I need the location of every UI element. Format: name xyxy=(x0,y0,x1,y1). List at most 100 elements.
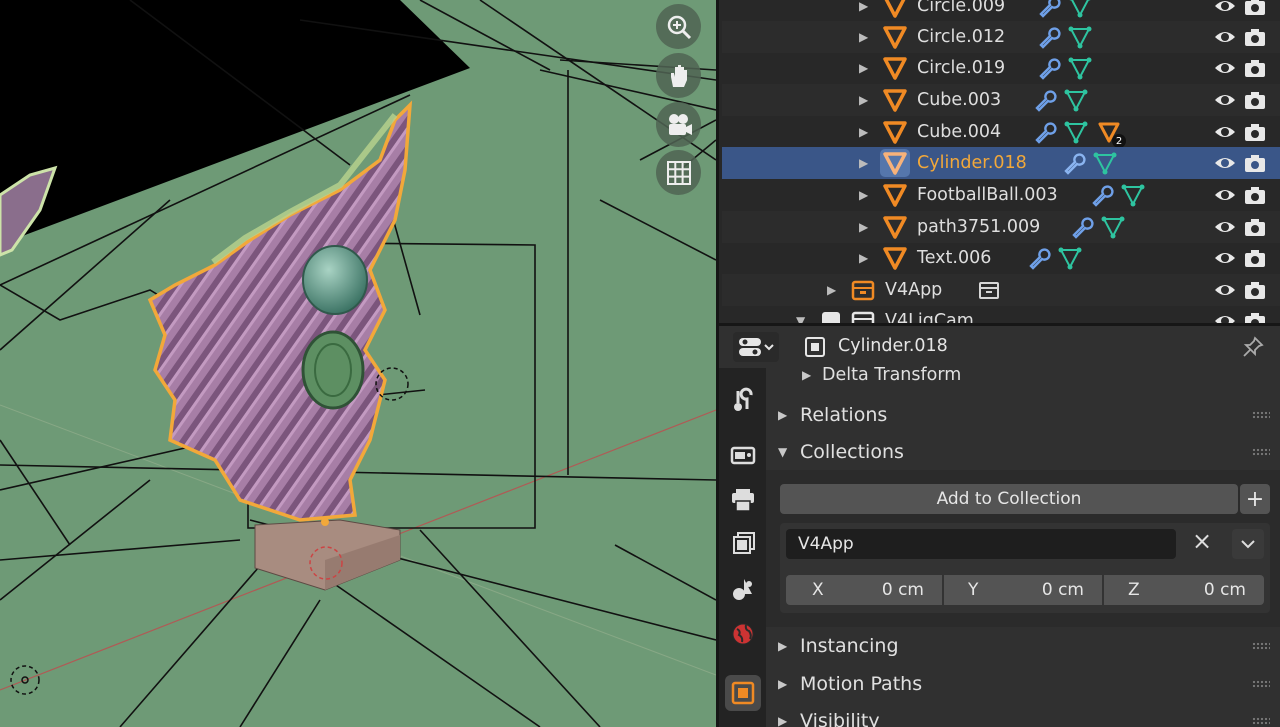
offset-x-field[interactable]: X 0 cm xyxy=(786,575,942,605)
eye-icon[interactable] xyxy=(1214,216,1236,238)
wrench-modifier-icon[interactable] xyxy=(1062,151,1086,175)
expand-arrow-icon[interactable]: ▶ xyxy=(859,0,868,13)
camera-render-icon[interactable] xyxy=(1244,152,1266,174)
panel-relations[interactable]: ▶ Relations xyxy=(766,397,1280,433)
camera-render-icon[interactable] xyxy=(1244,216,1266,238)
mesh-data-icon[interactable] xyxy=(1068,56,1092,80)
eye-icon[interactable] xyxy=(1214,152,1236,174)
mesh-data-icon[interactable] xyxy=(1068,25,1092,49)
hand-pan-icon[interactable] xyxy=(656,53,701,98)
expand-arrow-icon[interactable]: ▶ xyxy=(859,125,868,139)
eye-icon[interactable] xyxy=(1214,310,1236,323)
drag-handle-icon[interactable] xyxy=(1252,448,1270,456)
camera-view-icon[interactable] xyxy=(656,102,701,147)
eye-icon[interactable] xyxy=(1214,247,1236,269)
tab-tool[interactable] xyxy=(725,382,761,418)
expand-arrow-icon[interactable]: ▶ xyxy=(859,61,868,75)
expand-arrow-icon[interactable]: ▼ xyxy=(796,314,805,323)
expand-arrow-icon[interactable]: ▶ xyxy=(859,188,868,202)
outliner[interactable]: ▶ Circle.009 ▶ Circle.012 ▶ Circle.019 ▶… xyxy=(716,0,1280,323)
add-plus-button[interactable]: + xyxy=(1240,484,1270,514)
eye-icon[interactable] xyxy=(1214,279,1236,301)
tab-output[interactable] xyxy=(725,482,761,518)
zoom-icon[interactable] xyxy=(656,4,701,49)
offset-y-field[interactable]: Y 0 cm xyxy=(944,575,1102,605)
panel-collections[interactable]: ▼ Collections xyxy=(766,434,1280,470)
eye-icon[interactable] xyxy=(1214,184,1236,206)
wrench-modifier-icon[interactable] xyxy=(1037,0,1061,18)
drag-handle-icon[interactable] xyxy=(1252,717,1270,725)
mesh-data-icon[interactable] xyxy=(1064,88,1088,112)
outliner-row[interactable]: ▶ Circle.019 xyxy=(722,52,1280,84)
outliner-row-selected[interactable]: ▶ Cylinder.018 xyxy=(722,147,1280,179)
mesh-data-icon[interactable] xyxy=(1058,246,1082,270)
mesh-data-icon[interactable] xyxy=(1068,0,1092,18)
3d-viewport[interactable] xyxy=(0,0,716,727)
outliner-row[interactable]: ▶ Circle.009 xyxy=(722,0,1280,22)
expand-arrow-icon[interactable]: ▶ xyxy=(859,220,868,234)
collection-name-field[interactable]: V4App xyxy=(786,529,1176,559)
collection-icon[interactable] xyxy=(977,278,1001,302)
drag-handle-icon[interactable] xyxy=(1252,642,1270,650)
outliner-row[interactable]: ▶ FootballBall.003 xyxy=(722,179,1280,211)
camera-render-icon[interactable] xyxy=(1244,0,1266,17)
camera-render-icon[interactable] xyxy=(1244,279,1266,301)
eye-icon[interactable] xyxy=(1214,0,1236,17)
wrench-modifier-icon[interactable] xyxy=(1037,56,1061,80)
outliner-row[interactable]: ▶ Text.006 xyxy=(722,242,1280,274)
camera-render-icon[interactable] xyxy=(1244,184,1266,206)
panel-motion-paths[interactable]: ▶ Motion Paths xyxy=(766,666,1280,702)
eye-icon[interactable] xyxy=(1214,89,1236,111)
add-to-collection-button[interactable]: Add to Collection xyxy=(780,484,1238,514)
eye-icon[interactable] xyxy=(1214,57,1236,79)
camera-render-icon[interactable] xyxy=(1244,247,1266,269)
wrench-modifier-icon[interactable] xyxy=(1090,183,1114,207)
tab-world[interactable] xyxy=(725,616,761,652)
checkbox-icon[interactable] xyxy=(822,312,840,323)
outliner-row[interactable]: ▶ Circle.012 xyxy=(722,21,1280,53)
expand-arrow-icon[interactable]: ▶ xyxy=(859,156,868,170)
wrench-modifier-icon[interactable] xyxy=(1033,88,1057,112)
pin-icon[interactable] xyxy=(1241,335,1265,359)
drag-handle-icon[interactable] xyxy=(1252,680,1270,688)
camera-render-icon[interactable] xyxy=(1244,310,1266,323)
scene-render xyxy=(0,0,716,727)
outliner-row[interactable]: ▶ path3751.009 xyxy=(722,211,1280,243)
expand-arrow-icon[interactable]: ▶ xyxy=(859,251,868,265)
outliner-row-collection[interactable]: ▼ V4LigCam xyxy=(722,305,1280,323)
offset-z-field[interactable]: Z 0 cm xyxy=(1104,575,1264,605)
tab-view-layer[interactable] xyxy=(725,526,761,562)
eye-icon[interactable] xyxy=(1214,121,1236,143)
clear-icon[interactable]: × xyxy=(1192,527,1212,555)
grid-ortho-icon[interactable] xyxy=(656,150,701,195)
tab-object[interactable] xyxy=(725,675,761,711)
mesh-data-icon[interactable] xyxy=(1101,215,1125,239)
tab-scene[interactable] xyxy=(725,571,761,607)
expand-arrow-icon[interactable]: ▶ xyxy=(859,30,868,44)
outliner-row[interactable]: ▶ Cube.003 xyxy=(722,84,1280,116)
mesh-data-icon[interactable] xyxy=(1064,120,1088,144)
tab-render[interactable] xyxy=(725,436,761,472)
expand-arrow-icon[interactable]: ▶ xyxy=(859,93,868,107)
properties-editor[interactable]: Cylinder.018 ▶ Delta Transform ▶ Relatio… xyxy=(716,323,1280,727)
expand-arrow-icon[interactable]: ▶ xyxy=(827,283,836,297)
mesh-data-icon[interactable] xyxy=(1093,151,1117,175)
eye-icon[interactable] xyxy=(1214,26,1236,48)
panel-instancing[interactable]: ▶ Instancing xyxy=(766,628,1280,664)
camera-render-icon[interactable] xyxy=(1244,121,1266,143)
wrench-modifier-icon[interactable] xyxy=(1037,25,1061,49)
camera-render-icon[interactable] xyxy=(1244,57,1266,79)
wrench-modifier-icon[interactable] xyxy=(1027,246,1051,270)
camera-render-icon[interactable] xyxy=(1244,26,1266,48)
collection-menu-button[interactable] xyxy=(1232,529,1264,559)
camera-render-icon[interactable] xyxy=(1244,89,1266,111)
panel-visibility[interactable]: ▶ Visibility xyxy=(766,703,1280,727)
drag-handle-icon[interactable] xyxy=(1252,411,1270,419)
wrench-modifier-icon[interactable] xyxy=(1070,215,1094,239)
editor-type-button[interactable] xyxy=(733,332,779,362)
outliner-row[interactable]: ▶ Cube.004 2 xyxy=(722,116,1280,148)
mesh-data-icon[interactable] xyxy=(1121,183,1145,207)
outliner-row-collection[interactable]: ▶ V4App xyxy=(722,274,1280,306)
wrench-modifier-icon[interactable] xyxy=(1033,120,1057,144)
subpanel-delta-transform[interactable]: ▶ Delta Transform xyxy=(766,360,1280,390)
